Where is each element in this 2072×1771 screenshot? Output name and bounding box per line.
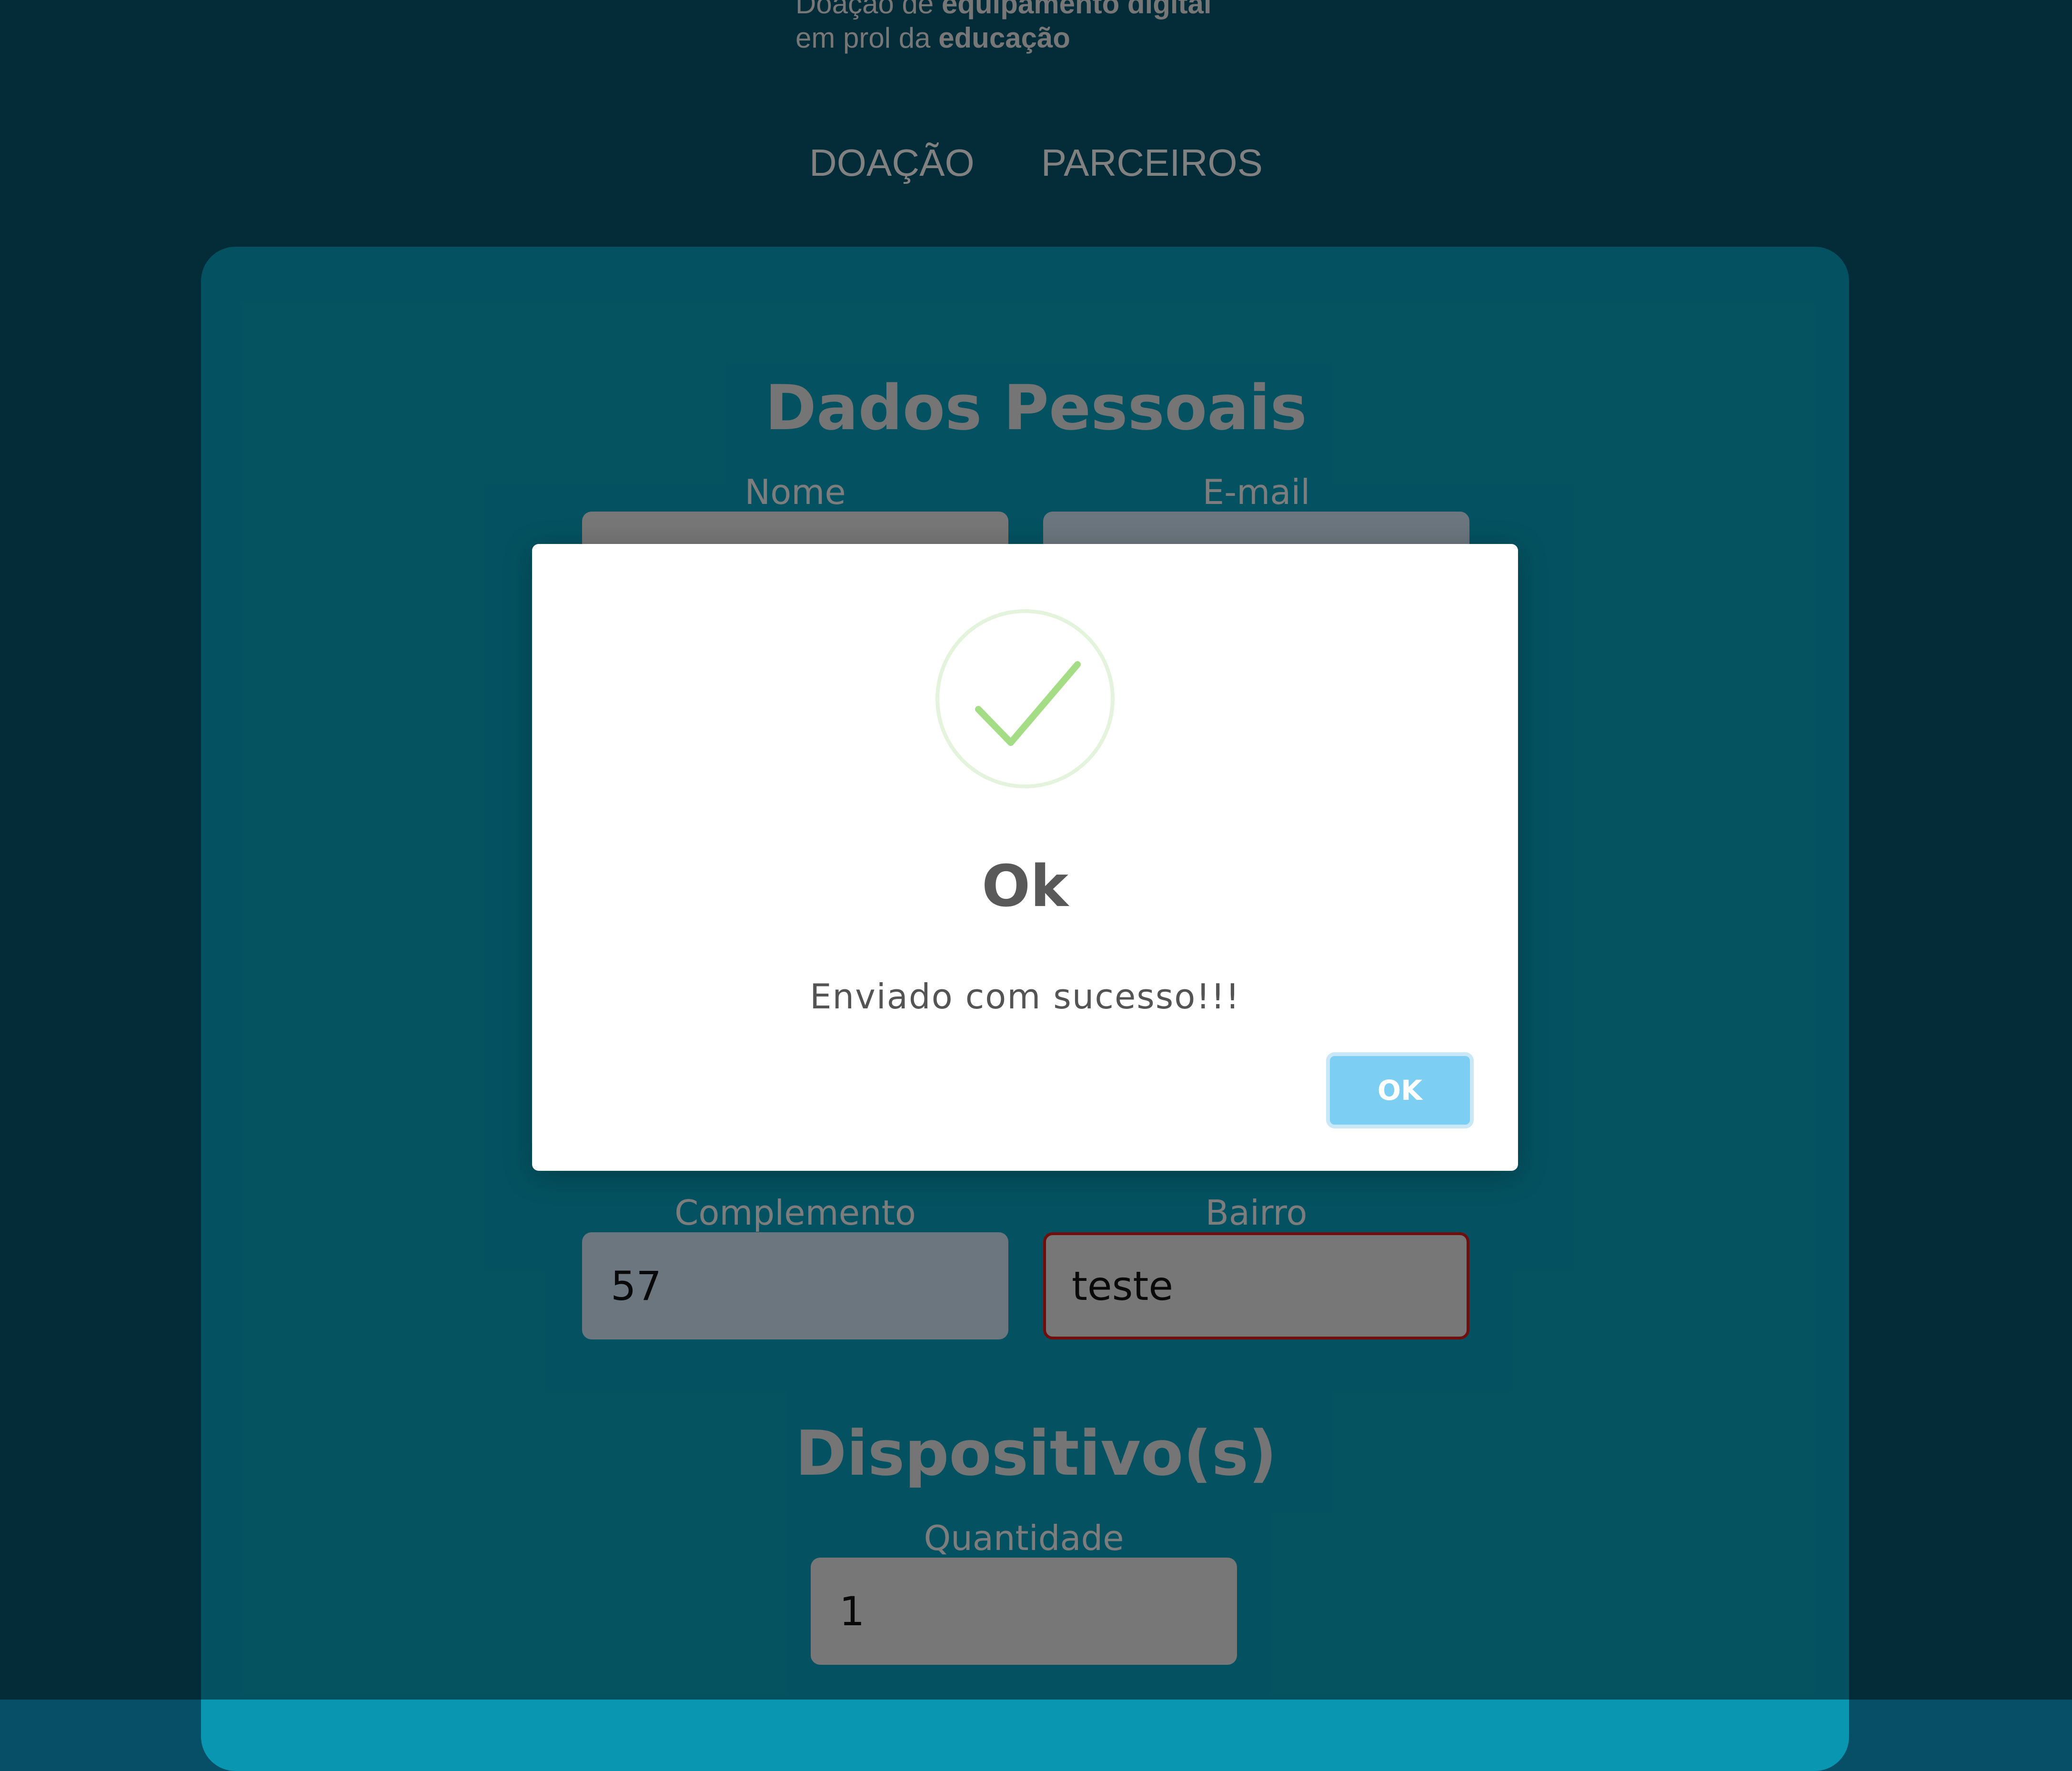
success-dialog: Ok Enviado com sucesso!!! OK bbox=[532, 544, 1518, 1171]
dialog-title: Ok bbox=[982, 854, 1068, 920]
ok-button[interactable]: OK bbox=[1326, 1052, 1474, 1128]
dialog-message: Enviado com sucesso!!! bbox=[810, 976, 1240, 1016]
check-circle-icon bbox=[935, 609, 1115, 788]
